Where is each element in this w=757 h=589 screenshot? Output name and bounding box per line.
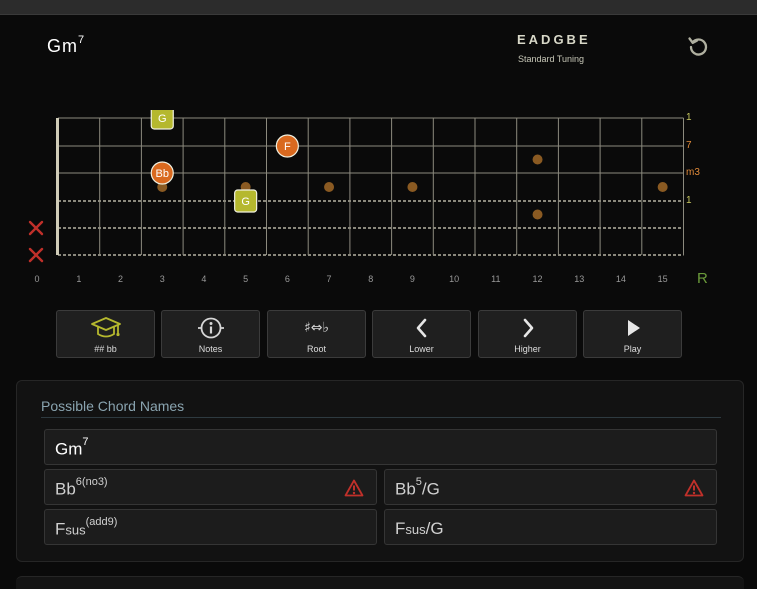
chord-name-alt-4[interactable]: Fsus/G — [384, 509, 717, 545]
fret-number: 10 — [449, 274, 460, 284]
fret-number: 15 — [657, 274, 668, 284]
chord-name-alt-2[interactable]: Bb5/G — [384, 469, 717, 505]
chord-name-root: F — [395, 519, 406, 538]
reset-icon[interactable] — [686, 34, 710, 58]
fret-number: 4 — [201, 274, 207, 284]
fret-number: 13 — [574, 274, 585, 284]
chord-name-alt-3[interactable]: Fsus(add9) — [44, 509, 377, 545]
interval-label: 1 — [686, 112, 692, 123]
chord-name-bass: /G — [425, 519, 444, 538]
higher-button-label: Higher — [514, 344, 541, 354]
root-button-label: Root — [306, 344, 326, 354]
sharp-flat-icon: ♯⇔♭ — [303, 320, 330, 336]
fret-inlay-dot — [407, 182, 418, 192]
graduation-cap-icon — [90, 317, 121, 338]
chord-root: Gm — [47, 36, 78, 56]
mute-string-6-icon[interactable] — [27, 246, 45, 264]
bottom-panel-edge — [16, 576, 744, 589]
play-button[interactable]: Play — [583, 310, 682, 358]
fret-number: 12 — [532, 274, 543, 284]
chord-title: Gm7 — [47, 34, 86, 57]
fret-number: 1 — [76, 274, 82, 284]
lower-button[interactable]: Lower — [372, 310, 471, 358]
fret-inlay-dot — [532, 154, 543, 165]
chord-name-root: F — [55, 519, 66, 539]
chord-name-sup: 5 — [415, 476, 422, 488]
note-label: Bb — [156, 168, 169, 180]
chord-extension: 7 — [78, 34, 86, 46]
chord-name-bass: /G — [421, 479, 440, 499]
nut — [56, 118, 59, 255]
warning-icon — [684, 479, 704, 497]
window-top-bar — [0, 0, 757, 15]
fret-inlay-dot — [532, 209, 543, 220]
root-button[interactable]: ♯⇔♭ Root — [267, 310, 366, 358]
fret-number: 3 — [159, 274, 165, 284]
notes-button-label: Notes — [198, 344, 223, 354]
play-icon — [627, 320, 640, 336]
chord-name-root: Gm — [55, 439, 83, 459]
fret-number: 5 — [243, 274, 249, 284]
chord-names-panel: Possible Chord Names Gm7 Bb6(no3) Bb5/G … — [16, 380, 744, 562]
chord-name-primary[interactable]: Gm7 — [44, 429, 717, 465]
chord-name-root: Bb — [395, 479, 416, 499]
chord-name-quality: sus — [405, 522, 426, 537]
fret-number: 8 — [368, 274, 374, 284]
chord-name-sup: (add9) — [85, 516, 118, 528]
fret-inlay-dot — [324, 182, 335, 192]
fret-inlay-dot — [657, 182, 668, 192]
info-icon — [197, 317, 224, 339]
warning-icon — [344, 479, 364, 497]
fret-number: 6 — [284, 274, 290, 284]
fret-number: 2 — [118, 274, 124, 284]
spelling-button-label: ## bb — [94, 344, 117, 354]
chord-name-sup: 6(no3) — [75, 476, 108, 488]
fret-number: 9 — [409, 274, 415, 284]
chord-name-alt-1[interactable]: Bb6(no3) — [44, 469, 377, 505]
spelling-button[interactable]: ## bb — [56, 310, 155, 358]
fretboard[interactable]: G F Bb G — [0, 110, 757, 280]
lower-button-label: Lower — [409, 344, 434, 354]
play-button-label: Play — [623, 344, 642, 354]
notes-button[interactable]: Notes — [161, 310, 260, 358]
fret-number: 14 — [615, 274, 626, 284]
interval-label: 7 — [686, 140, 692, 151]
tuning-name: Standard Tuning — [518, 54, 585, 64]
note-label: G — [158, 113, 167, 125]
interval-label: m3 — [686, 167, 700, 178]
chord-name-root: Bb — [55, 479, 76, 499]
note-label: F — [284, 141, 291, 153]
chord-name-sup: 7 — [82, 436, 89, 448]
fret-number: 0 — [34, 274, 40, 284]
tuning-label[interactable]: EADGBE — [517, 32, 591, 47]
interval-label: 1 — [686, 195, 692, 206]
chord-name-quality: sus — [65, 522, 86, 538]
note-label: G — [241, 196, 250, 208]
higher-button[interactable]: Higher — [478, 310, 577, 358]
root-toggle-label[interactable]: R — [697, 270, 708, 287]
fret-number: 11 — [491, 274, 501, 284]
chord-names-title: Possible Chord Names — [41, 398, 185, 414]
fret-number: 7 — [326, 274, 332, 284]
mute-string-5-icon[interactable] — [27, 219, 45, 237]
chevron-left-icon — [416, 318, 426, 338]
divider — [41, 417, 721, 418]
chevron-right-icon — [523, 318, 533, 338]
